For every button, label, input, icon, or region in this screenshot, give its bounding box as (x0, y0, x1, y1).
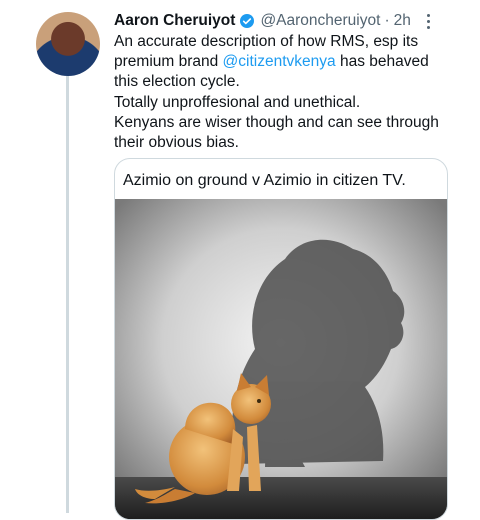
tweet-text: An accurate description of how RMS, esp … (114, 32, 450, 153)
media-image[interactable] (115, 199, 447, 519)
tweet-text-fragment: has behaved (335, 53, 429, 71)
tweet-line: premium brand @citizentvkenya has behave… (114, 52, 450, 72)
tweet-timestamp[interactable]: 2h (394, 12, 411, 30)
thread-connector-line (66, 76, 69, 513)
media-caption: Azimio on ground v Azimio in citizen TV. (123, 172, 406, 189)
more-options-icon[interactable] (418, 10, 438, 32)
tweet-text-fragment: premium brand (114, 53, 223, 71)
tweet-line: their obvious bias. (114, 134, 239, 152)
author-handle[interactable]: @Aaroncheruiyot (260, 12, 380, 30)
mention-link[interactable]: @citizentvkenya (223, 53, 336, 70)
author-name[interactable]: Aaron Cheruiyot (114, 12, 235, 30)
verified-badge-icon (240, 14, 255, 28)
tweet-line: this election cycle. (114, 73, 240, 91)
tweet-header: Aaron Cheruiyot @Aaroncheruiyot · 2h (114, 10, 460, 32)
tweet-line: Totally unproffesional and unethical. (114, 93, 361, 111)
meta-separator: · (384, 12, 390, 29)
tweet-line: Kenyans are wiser though and can see thr… (114, 113, 439, 131)
tweet-line: An accurate description of how RMS, esp … (114, 33, 419, 50)
media-card[interactable]: Azimio on ground v Azimio in citizen TV. (114, 158, 448, 520)
author-avatar[interactable] (36, 12, 100, 76)
